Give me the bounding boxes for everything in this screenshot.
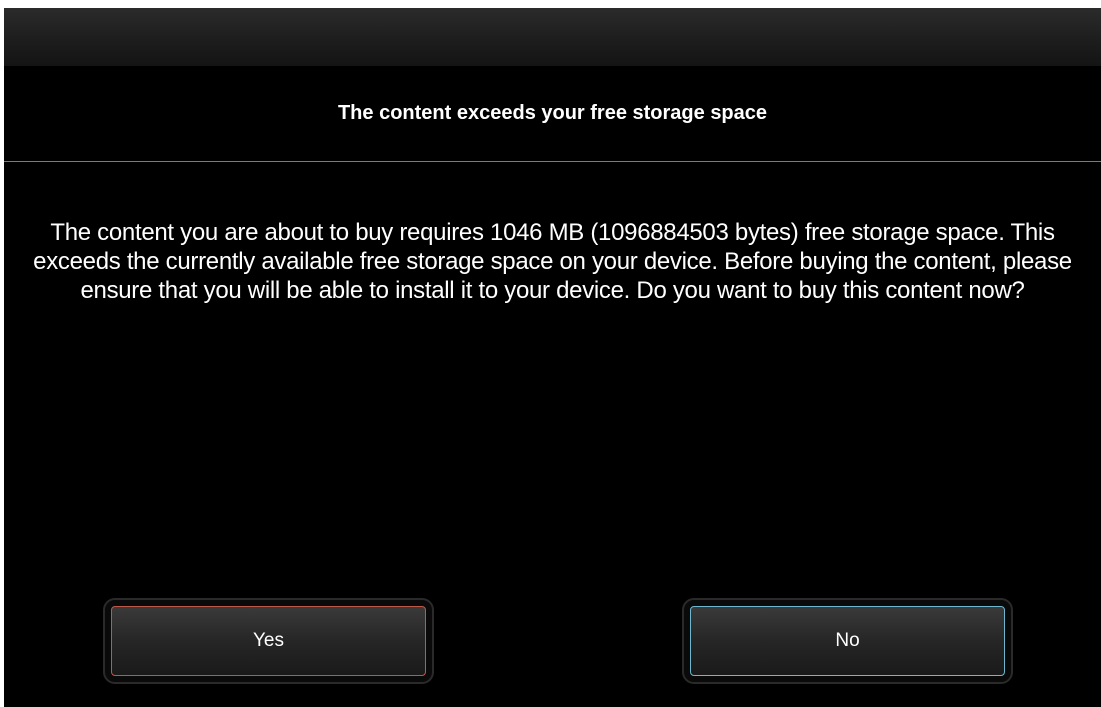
dialog-title: The content exceeds your free storage sp… bbox=[337, 102, 768, 124]
yes-button-face[interactable]: Yes bbox=[111, 606, 426, 676]
window-title-bar bbox=[4, 8, 1101, 66]
dialog-header: The content exceeds your free storage sp… bbox=[4, 66, 1101, 161]
dialog-message: The content you are about to buy require… bbox=[33, 219, 1072, 304]
no-button-label: No bbox=[835, 630, 860, 651]
yes-button[interactable]: Yes bbox=[103, 598, 434, 684]
yes-button-label: Yes bbox=[253, 630, 284, 651]
no-button-face[interactable]: No bbox=[690, 606, 1005, 676]
no-button[interactable]: No bbox=[682, 598, 1013, 684]
header-divider bbox=[4, 161, 1101, 162]
storage-warning-dialog: The content exceeds your free storage sp… bbox=[4, 8, 1101, 707]
